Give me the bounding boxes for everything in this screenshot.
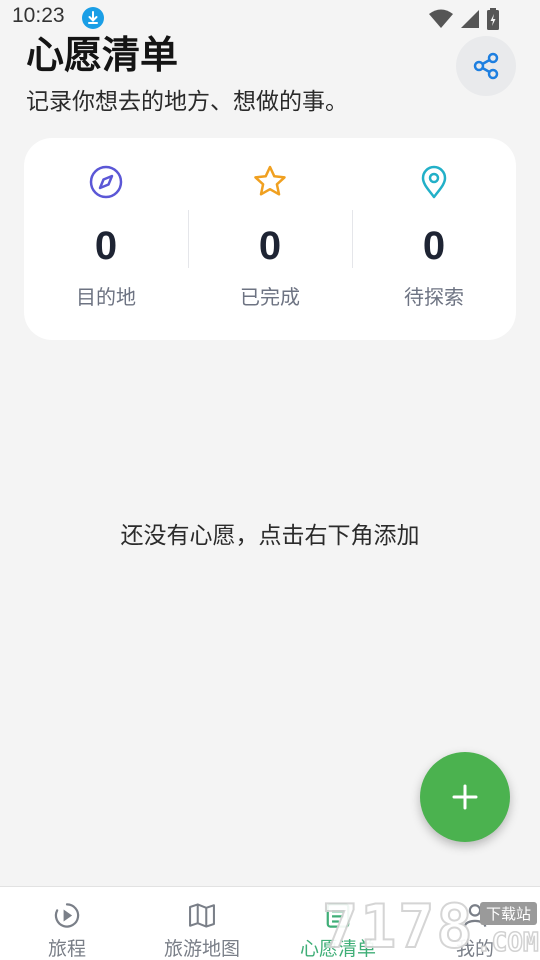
page-title: 心愿清单 bbox=[26, 33, 179, 77]
page-subtitle: 记录你想去的地方、想做的事。 bbox=[26, 89, 348, 115]
stat-label: 目的地 bbox=[76, 285, 136, 309]
stat-label: 已完成 bbox=[240, 285, 300, 309]
nav-label: 旅游地图 bbox=[163, 938, 240, 960]
stat-value: 0 bbox=[258, 224, 282, 268]
wishlist-screen: 10:23 心愿清单 记录你想去的地方、想做的事。 0 目的地 0 已完成 0 … bbox=[0, 0, 540, 960]
stat-completed: 0 已完成 bbox=[188, 138, 352, 340]
watermark-badge: 下载站 bbox=[480, 902, 538, 925]
nav-item-map[interactable]: 旅游地图 bbox=[152, 887, 252, 960]
star-icon bbox=[254, 165, 286, 196]
plus-icon bbox=[452, 784, 478, 810]
map-icon bbox=[189, 903, 215, 928]
empty-state-text: 还没有心愿，点击右下角添加 bbox=[120, 523, 420, 549]
stat-label: 待探索 bbox=[404, 285, 464, 309]
nav-label: 旅程 bbox=[47, 938, 86, 960]
nav-item-journey[interactable]: 旅程 bbox=[36, 887, 98, 960]
watermark-domain: .COM bbox=[475, 927, 539, 959]
add-wish-button[interactable] bbox=[420, 752, 510, 842]
divider bbox=[188, 210, 189, 268]
stat-value: 0 bbox=[422, 224, 446, 268]
watermark-text: 7178 bbox=[321, 891, 475, 960]
watermark-logo: 7178 下载站 .COM bbox=[316, 891, 540, 960]
share-button[interactable] bbox=[456, 36, 516, 96]
compass-icon bbox=[89, 165, 123, 199]
stat-to-explore: 0 待探索 bbox=[352, 138, 516, 340]
share-icon bbox=[473, 52, 499, 80]
stat-value: 0 bbox=[94, 224, 118, 268]
stats-card: 0 目的地 0 已完成 0 待探索 bbox=[24, 138, 516, 340]
signal-icon bbox=[460, 9, 480, 33]
battery-icon bbox=[486, 8, 500, 34]
divider bbox=[352, 210, 353, 268]
stat-destinations: 0 目的地 bbox=[24, 138, 188, 340]
location-pin-icon bbox=[421, 165, 447, 199]
journey-icon bbox=[54, 903, 80, 928]
wifi-icon bbox=[428, 9, 454, 33]
